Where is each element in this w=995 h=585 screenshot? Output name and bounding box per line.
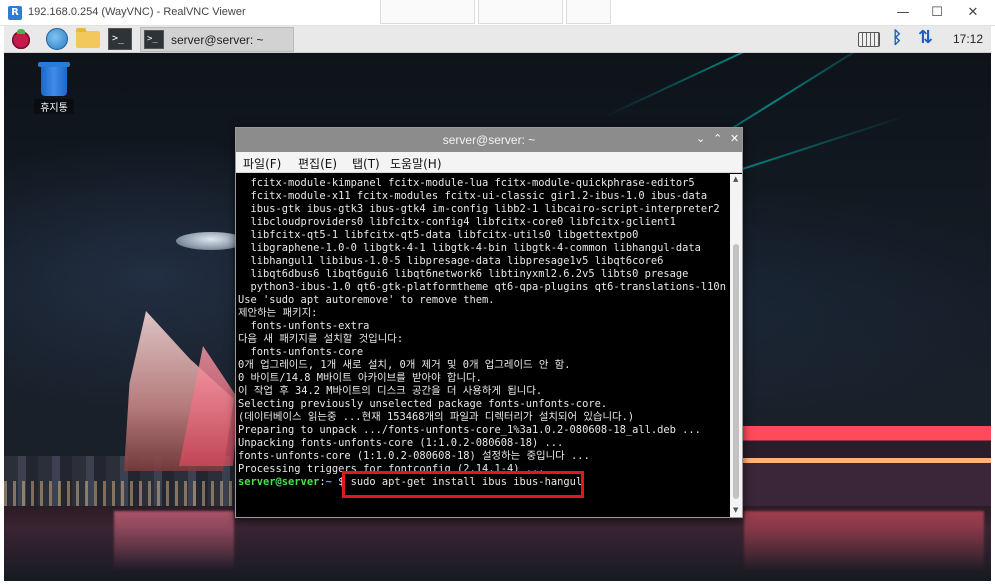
scroll-down-icon[interactable]: ▼	[733, 506, 738, 514]
water-reflection	[744, 511, 984, 571]
minimize-button[interactable]: —	[888, 2, 918, 24]
menu-help[interactable]: 도움말(H)	[390, 155, 442, 172]
terminal-line: python3-ibus-1.0 qt6-gtk-platformtheme q…	[238, 281, 726, 293]
scroll-up-icon[interactable]: ▲	[733, 175, 738, 183]
bluetooth-icon[interactable]: ᛒ	[892, 28, 902, 48]
terminal-line: Preparing to unpack .../fonts-unfonts-co…	[238, 424, 701, 436]
maximize-button[interactable]: ☐	[922, 2, 952, 24]
terminal-line: libhangul1 libibus-1.0-5 libpresage-data…	[238, 255, 664, 267]
vnc-toolbar-tab[interactable]	[380, 0, 475, 24]
taskbar: >_ >_ server@server: ~ ᛒ ⇅ 17:12	[4, 26, 991, 53]
vnc-title-bar: R 192.168.0.254 (WayVNC) - RealVNC Viewe…	[0, 0, 995, 26]
scrollbar-thumb[interactable]	[733, 244, 739, 499]
close-button[interactable]: ✕	[958, 2, 988, 24]
trash-icon	[38, 62, 70, 96]
terminal-launcher-icon[interactable]: >_	[108, 28, 132, 50]
vnc-bottom-border	[0, 581, 995, 585]
terminal-line: Use 'sudo apt autoremove' to remove them…	[238, 294, 495, 306]
terminal-line: ibus-gtk ibus-gtk3 ibus-gtk4 im-config l…	[238, 203, 720, 215]
terminal-line: 0 바이트/14.8 M바이트 아카이브를 받아야 합니다.	[238, 372, 482, 384]
terminal-minimize-button[interactable]: ⌄	[696, 132, 705, 145]
terminal-line: libgraphene-1.0-0 libgtk-4-1 libgtk-4-bi…	[238, 242, 701, 254]
terminal-icon: >_	[144, 30, 164, 49]
terminal-line: fcitx-module-kimpanel fcitx-module-lua f…	[238, 177, 695, 189]
desktop-trash[interactable]: 휴지통	[34, 62, 74, 114]
terminal-line: fonts-unfonts-core (1:1.0.2-080608-18) 설…	[238, 450, 590, 462]
menu-file[interactable]: 파일(F)	[243, 155, 281, 172]
trash-label: 휴지통	[34, 99, 74, 114]
terminal-line: fcitx-module-x11 fcitx-modules fcitx-ui-…	[238, 190, 708, 202]
taskbar-task-label: server@server: ~	[171, 33, 264, 47]
menu-tabs[interactable]: 탭(T)	[352, 155, 380, 172]
raspberry-menu-icon[interactable]	[10, 28, 32, 50]
prompt-user: server@server	[238, 476, 320, 488]
taskbar-task-terminal[interactable]: >_ server@server: ~	[140, 27, 294, 52]
terminal-scrollbar[interactable]: ▲ ▼	[730, 174, 742, 517]
terminal-line: libqt6dbus6 libqt6gui6 libqt6network6 li…	[238, 268, 689, 280]
keyboard-icon[interactable]	[858, 32, 880, 47]
terminal-line: Unpacking fonts-unfonts-core (1:1.0.2-08…	[238, 437, 564, 449]
scene-stadium	[739, 426, 991, 506]
terminal-line: 다음 새 패키지를 설치할 것입니다:	[238, 333, 404, 345]
vnc-toolbar-tab[interactable]	[478, 0, 563, 24]
terminal-close-button[interactable]: ✕	[730, 132, 739, 145]
terminal-line: fonts-unfonts-core	[238, 346, 364, 358]
terminal-line: fonts-unfonts-extra	[238, 320, 370, 332]
terminal-line: Selecting previously unselected package …	[238, 398, 608, 410]
terminal-title-bar[interactable]: server@server: ~ ⌄ ⌃ ✕	[236, 128, 742, 152]
clock[interactable]: 17:12	[953, 32, 983, 46]
command-highlight-box	[342, 471, 584, 498]
terminal-menu-bar: 파일(F) 편집(E) 탭(T) 도움말(H)	[236, 152, 742, 173]
network-icon[interactable]: ⇅	[918, 27, 933, 48]
scene-city-lights	[4, 481, 235, 506]
terminal-line: (데이터베이스 읽는중 ...현재 153468개의 파일과 디렉터리가 설치되…	[238, 411, 635, 423]
terminal-maximize-button[interactable]: ⌃	[713, 132, 722, 145]
terminal-title: server@server: ~	[442, 133, 536, 147]
web-browser-icon[interactable]	[46, 28, 68, 50]
realvnc-logo-icon: R	[8, 6, 22, 20]
water-reflection	[114, 511, 234, 571]
file-manager-icon[interactable]	[76, 28, 100, 48]
terminal-output[interactable]: fcitx-module-kimpanel fcitx-module-lua f…	[236, 174, 730, 517]
terminal-line: 이 작업 후 34.2 M바이트의 디스크 공간을 더 사용하게 됩니다.	[238, 385, 543, 397]
terminal-line: 제안하는 패키지:	[238, 307, 318, 319]
terminal-line: 0개 업그레이드, 1개 새로 설치, 0개 제거 및 0개 업그레이드 안 함…	[238, 359, 571, 371]
window-title: 192.168.0.254 (WayVNC) - RealVNC Viewer	[28, 6, 246, 18]
remote-desktop[interactable]: >_ >_ server@server: ~ ᛒ ⇅ 17:12 휴지통 ser…	[4, 26, 991, 581]
terminal-window[interactable]: server@server: ~ ⌄ ⌃ ✕ 파일(F) 편집(E) 탭(T) …	[235, 127, 743, 518]
menu-edit[interactable]: 편집(E)	[298, 155, 337, 172]
terminal-line: libfcitx-qt5-1 libfcitx-qt5-data libfcit…	[238, 229, 639, 241]
terminal-line: libcloudproviders0 libfcitx-config4 libf…	[238, 216, 676, 228]
vnc-toolbar-tab[interactable]	[566, 0, 611, 24]
